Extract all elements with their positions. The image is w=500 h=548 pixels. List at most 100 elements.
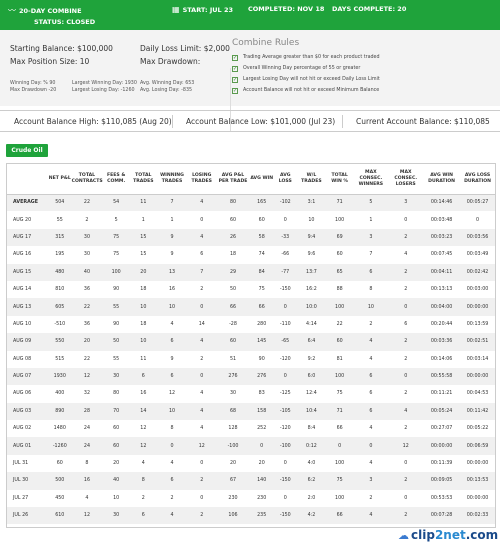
table-cell: 4: [388, 402, 424, 421]
table-cell: -100: [216, 437, 250, 455]
table-cell: 610: [48, 507, 72, 525]
row-date-cell: JUL 26: [7, 507, 48, 525]
table-cell: 3: [388, 194, 424, 212]
table-cell: 00:13:13: [423, 280, 461, 299]
table-cell: 8: [156, 524, 188, 527]
table-cell: 2: [388, 420, 424, 438]
table-cell: 158: [249, 402, 274, 421]
table-cell: 22: [71, 350, 103, 368]
table-cell: -150: [273, 280, 298, 299]
table-cell: 500: [48, 472, 72, 490]
table-cell: 00:06:59: [460, 437, 495, 455]
table-cell: 6: [130, 507, 157, 525]
row-date-cell: AUG 14: [7, 280, 48, 299]
table-cell: 55: [102, 298, 130, 316]
balance-low: Account Balance Low: $101,000 (Jul 23): [186, 117, 336, 126]
table-row: AUG 09 550 20 50 10 6 4 60 145 -65 6:4 60 4 2 00:03:36…: [7, 333, 495, 351]
table-cell: 2: [156, 489, 188, 508]
table-cell: 13:7: [297, 263, 326, 281]
table-cell: 315: [48, 228, 72, 247]
table-cell: 0: [273, 489, 298, 508]
table-cell: 0: [187, 367, 217, 386]
table-cell: 00:27:07: [423, 420, 461, 438]
table-cell: -1260: [48, 437, 72, 455]
table-cell: 88: [325, 280, 354, 299]
table-cell: 11: [130, 350, 157, 368]
table-cell: -102: [273, 194, 298, 212]
column-header: AVG WIN DURATION: [423, 164, 461, 195]
table-cell: 100: [102, 263, 130, 281]
table-cell: 60: [216, 333, 250, 351]
table-cell: 0: [273, 211, 298, 229]
table-cell: 57: [325, 524, 354, 527]
row-date-cell: JUL 31: [7, 454, 48, 473]
combine-rules-title: Combine Rules: [232, 38, 300, 48]
column-header: AVG WIN: [249, 164, 274, 195]
table-cell: 16: [71, 472, 103, 490]
table-cell: 0: [388, 454, 424, 473]
table-cell: 9:6: [297, 246, 326, 264]
table-cell: 2: [388, 350, 424, 368]
table-cell: 2: [130, 489, 157, 508]
table-cell: -110: [273, 315, 298, 334]
row-date-cell: AUG 15: [7, 263, 48, 281]
table-cell: 890: [48, 402, 72, 421]
table-cell: 66: [216, 298, 250, 316]
table-cell: 00:03:36: [423, 333, 461, 351]
table-cell: 84: [249, 263, 274, 281]
table-cell: 29: [216, 263, 250, 281]
table-cell: 128: [216, 420, 250, 438]
table-cell: 32: [71, 385, 103, 403]
table-row: AUG 13 605 22 55 10 10 0 66 66 0 10:0 100 10 0 00:04:0…: [7, 298, 495, 316]
table-cell: 00:53:53: [423, 489, 461, 508]
table-cell: 24: [71, 420, 103, 438]
table-cell: 00:02:42: [460, 263, 495, 281]
table-cell: 4: [187, 402, 217, 421]
table-cell: -120: [273, 420, 298, 438]
table-row: AUG 07 1930 12 30 6 6 0 276 276 0 6:0 100 6 0 00:55:58…: [7, 367, 495, 386]
column-header: MAX CONSEC. LOSERS: [388, 164, 424, 195]
daily-results-table: NET P&L TOTAL CONTRACTS FEES & COMM. TOTAL …: [6, 163, 496, 528]
row-date-cell: AUG 20: [7, 211, 48, 229]
table-row: AUG 03 890 28 70 14 10 4 68 158 -105 10:4 71 6 4 00:05…: [7, 402, 495, 421]
table-cell: 00:03:49: [460, 246, 495, 264]
table-cell: 12: [156, 385, 188, 403]
table-cell: 100: [325, 298, 354, 316]
table-cell: 83: [249, 385, 274, 403]
table-cell: 20: [102, 454, 130, 473]
column-header: AVG LOSS DURATION: [460, 164, 495, 195]
table-cell: 12: [388, 437, 424, 455]
table-cell: 80: [102, 385, 130, 403]
table-cell: 7: [187, 263, 217, 281]
table-cell: 0: [187, 454, 217, 473]
row-date-cell: JUL 27: [7, 489, 48, 508]
table-cell: 30: [71, 228, 103, 247]
table-cell: 2: [353, 315, 389, 334]
table-cell: 6: [156, 472, 188, 490]
column-header: TOTAL WIN %: [325, 164, 354, 195]
table-cell: 28: [71, 402, 103, 421]
table-cell: 6:4: [297, 333, 326, 351]
table-cell: 00:05:27: [460, 194, 495, 212]
table-cell: 90: [102, 315, 130, 334]
row-date-cell: AUG 02: [7, 420, 48, 438]
table-cell: 14: [130, 402, 157, 421]
table-cell: 75: [325, 385, 354, 403]
table-cell: 1: [156, 211, 188, 229]
table-cell: 4: [130, 454, 157, 473]
table-cell: 00:14:46: [423, 194, 461, 212]
table-cell: 6: [156, 367, 188, 386]
table-cell: 4: [388, 246, 424, 264]
table-cell: 1480: [48, 420, 72, 438]
clip2net-logo: ☁ clip2net.com: [398, 528, 499, 542]
table-cell: 00:11:39: [423, 454, 461, 473]
table-cell: 810: [48, 280, 72, 299]
table-cell: 00:11:21: [423, 385, 461, 403]
table-cell: 480: [48, 263, 72, 281]
table-row: AUG 17 315 30 75 15 9 4 26 58 -33 9:4 69 3 2 00:03:23 0…: [7, 228, 495, 247]
table-cell: 10: [156, 402, 188, 421]
table-cell: -33: [273, 228, 298, 247]
table-cell: 30: [216, 385, 250, 403]
tab-crude-oil[interactable]: Crude Oil: [6, 144, 48, 157]
table-cell: 10: [130, 298, 157, 316]
